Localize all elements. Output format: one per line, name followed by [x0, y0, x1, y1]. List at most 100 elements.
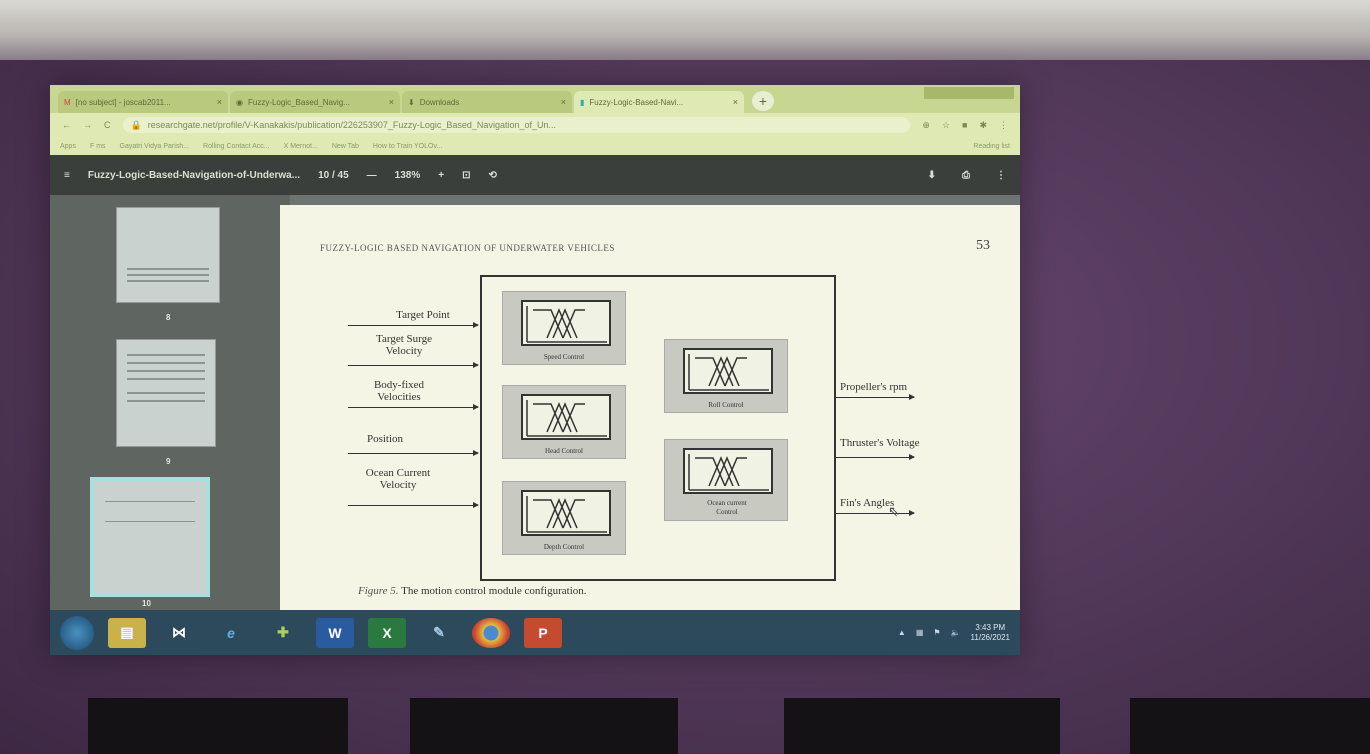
- block-label: Roll Control: [708, 401, 744, 409]
- tray-arrow-icon[interactable]: ▲: [898, 628, 906, 637]
- membership-plot: [521, 490, 611, 536]
- network-icon[interactable]: ▦: [916, 628, 924, 637]
- pdf-page: FUZZY-LOGIC BASED NAVIGATION OF UNDERWAT…: [280, 205, 1020, 610]
- input-label-position: Position: [366, 433, 404, 445]
- tab-gmail[interactable]: M [no subject] - joscab2011... ×: [58, 91, 228, 113]
- input-arrow: [348, 362, 479, 368]
- menu-dots-icon[interactable]: ⋮: [999, 120, 1008, 131]
- running-head: FUZZY-LOGIC BASED NAVIGATION OF UNDERWAT…: [320, 243, 615, 253]
- print-icon[interactable]: ⎙: [962, 170, 970, 181]
- membership-plot: [683, 348, 773, 394]
- forward-icon[interactable]: →: [83, 120, 92, 130]
- figure-label: Figure 5.: [358, 585, 399, 597]
- file-manager-taskbar-icon[interactable]: ✚: [264, 618, 302, 648]
- input-label-body-fixed: Body-fixed Velocities: [373, 379, 425, 403]
- rotate-icon[interactable]: ⟲: [488, 170, 496, 181]
- explorer-taskbar-icon[interactable]: ▤: [108, 617, 146, 648]
- pdf-viewer: 8 9 10 FUZZY-LOGIC BASED NAVIGATION OF U…: [50, 195, 1020, 610]
- internet-explorer-taskbar-icon[interactable]: e: [212, 618, 250, 648]
- address-bar: ← → C 🔒 researchgate.net/profile/V-Kanak…: [50, 113, 1020, 137]
- tab-label: Fuzzy-Logic_Based_Navig...: [247, 97, 350, 107]
- excel-taskbar-icon[interactable]: X: [368, 617, 406, 648]
- clock[interactable]: 3:43 PM 11/26/2021: [971, 623, 1010, 643]
- input-label-ocean-current: Ocean Current Velocity: [365, 467, 431, 491]
- bookmark-apps[interactable]: Apps: [60, 143, 76, 150]
- close-icon[interactable]: ×: [389, 97, 394, 107]
- reload-icon[interactable]: C: [104, 120, 111, 130]
- thumbnail-page-number: 8: [166, 313, 171, 322]
- puzzle-icon[interactable]: ✱: [979, 120, 987, 131]
- chrome-taskbar-icon[interactable]: [472, 617, 510, 648]
- speed-control-block: Speed Control: [502, 291, 626, 365]
- block-label: Head Control: [545, 447, 583, 455]
- ceiling: [0, 0, 1370, 60]
- download-icon[interactable]: ⬇: [928, 170, 936, 181]
- close-icon[interactable]: ×: [217, 97, 222, 107]
- block-label: Depth Control: [543, 543, 585, 551]
- bookmarks-bar: Apps F ms Gayatri Vidya Parish... Rollin…: [50, 137, 1020, 155]
- visual-studio-taskbar-icon[interactable]: ⋈: [160, 618, 198, 648]
- new-tab-button[interactable]: +: [752, 91, 774, 111]
- page-number: 53: [976, 238, 990, 253]
- pdf-title: Fuzzy-Logic-Based-Navigation-of-Underwa.…: [87, 169, 301, 181]
- bookmark-newtab[interactable]: New Tab: [332, 143, 359, 150]
- depth-control-block: Depth Control: [502, 481, 626, 555]
- thumbnail-page-number: 10: [142, 599, 151, 608]
- output-arrow: [836, 394, 915, 400]
- bookmark-ms[interactable]: F ms: [90, 143, 106, 150]
- membership-plot: [521, 394, 611, 440]
- zoom-in-button[interactable]: +: [438, 170, 444, 181]
- zoom-icon[interactable]: ⊕: [922, 120, 930, 131]
- output-arrow: [836, 510, 915, 516]
- input-arrow: [348, 404, 479, 410]
- url-input[interactable]: 🔒 researchgate.net/profile/V-Kanakakis/p…: [122, 117, 911, 133]
- bookmark-rolling[interactable]: Rolling Contact Acc...: [203, 143, 270, 150]
- word-taskbar-icon[interactable]: W: [316, 617, 354, 648]
- download-icon: ⬇: [408, 97, 415, 107]
- start-button[interactable]: [60, 615, 94, 650]
- page-thumbnail-8[interactable]: [116, 207, 220, 303]
- windows-taskbar: ▤ ⋈ e ✚ W X ✎ P ▲ ▦ ⚑ 🔈 3:43 PM 11/26/20…: [50, 610, 1020, 655]
- head-control-block: Head Control: [502, 385, 626, 459]
- page-thumbnail-10[interactable]: [90, 477, 210, 597]
- input-arrow: [348, 450, 479, 456]
- close-icon[interactable]: ×: [561, 97, 566, 107]
- back-icon[interactable]: ←: [62, 120, 71, 130]
- volume-icon[interactable]: 🔈: [951, 628, 961, 637]
- hamburger-menu-icon[interactable]: ≡: [64, 170, 70, 181]
- input-label-target-point: Target Point: [396, 309, 450, 321]
- membership-plot: [521, 300, 611, 346]
- bookmark-gayatri[interactable]: Gayatri Vidya Parish...: [120, 143, 190, 150]
- paint-taskbar-icon[interactable]: ✎: [420, 618, 458, 648]
- more-options-icon[interactable]: ⋮: [996, 170, 1006, 181]
- gmail-icon: M: [64, 97, 71, 107]
- fit-page-icon[interactable]: ⊡: [462, 170, 470, 181]
- browser-tab-bar: M [no subject] - joscab2011... × ◉ Fuzzy…: [50, 85, 1020, 113]
- zoom-out-button[interactable]: —: [367, 170, 377, 181]
- page-indicator[interactable]: 10 / 45: [318, 170, 349, 181]
- extension-icon[interactable]: ■: [962, 120, 967, 130]
- output-label-thruster: Thruster's Voltage: [840, 437, 920, 449]
- bookmark-x[interactable]: X Mernot...: [284, 143, 318, 150]
- tab-label: Fuzzy-Logic-Based-Navi...: [589, 97, 684, 107]
- room-background: M [no subject] - joscab2011... × ◉ Fuzzy…: [0, 0, 1370, 754]
- monitor-silhouette: [784, 698, 1060, 754]
- tab-researchgate-fuzzy[interactable]: ◉ Fuzzy-Logic_Based_Navig... ×: [230, 91, 400, 113]
- page-thumbnail-9[interactable]: [116, 339, 216, 447]
- window-controls[interactable]: [924, 87, 1014, 99]
- flag-icon[interactable]: ⚑: [933, 628, 940, 637]
- input-label-target-surge: Target Surge Velocity: [376, 333, 432, 357]
- tab-label: [no subject] - joscab2011...: [75, 97, 171, 107]
- monitor-silhouette: [410, 698, 678, 754]
- tab-fuzzy-pdf[interactable]: ▮ Fuzzy-Logic-Based-Navi... ×: [574, 91, 744, 113]
- membership-plot: [683, 448, 773, 494]
- tab-downloads[interactable]: ⬇ Downloads ×: [402, 91, 572, 113]
- zoom-level[interactable]: 138%: [395, 170, 421, 181]
- powerpoint-taskbar-icon[interactable]: P: [524, 617, 562, 648]
- clock-date: 11/26/2021: [970, 632, 1010, 642]
- star-icon[interactable]: ☆: [942, 120, 950, 131]
- close-icon[interactable]: ×: [733, 97, 738, 107]
- reading-list[interactable]: Reading list: [973, 143, 1010, 150]
- output-arrow: [836, 454, 915, 460]
- bookmark-yolo[interactable]: How to Train YOLOv...: [373, 143, 442, 150]
